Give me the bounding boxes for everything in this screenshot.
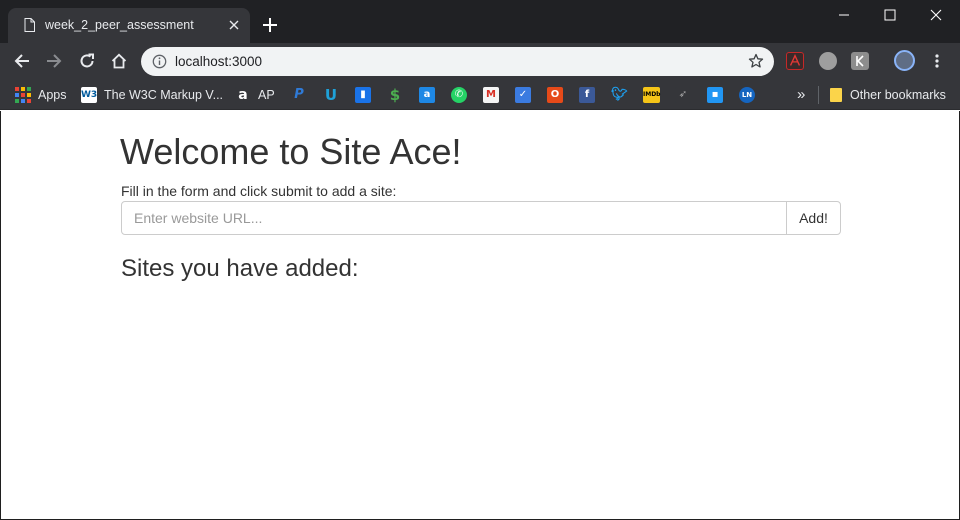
twitter-icon: 🐦︎ (611, 86, 628, 103)
bookmark-ln[interactable]: LN (739, 86, 755, 103)
bookmark-tasks[interactable]: ✓ (515, 86, 531, 103)
website-url-input[interactable] (121, 201, 787, 235)
bookmark-ap[interactable]: a AP (235, 86, 275, 103)
toolbar: localhost:3000 (0, 43, 960, 79)
bookmark-w3c[interactable]: W3 The W3C Markup V... (81, 86, 223, 103)
maximize-icon[interactable] (882, 7, 898, 23)
home-icon[interactable] (110, 52, 128, 70)
page-content: Welcome to Site Ace! Fill in the form an… (0, 111, 960, 520)
browser-tab[interactable]: week_2_peer_assessment (8, 8, 250, 43)
bookmark-facebook[interactable]: f (579, 86, 595, 103)
close-window-icon[interactable] (928, 7, 944, 23)
new-tab-icon[interactable] (262, 17, 278, 33)
close-tab-icon[interactable] (227, 18, 241, 32)
k-extension-icon[interactable] (851, 52, 869, 70)
bookmark-imdb[interactable]: IMDb (643, 86, 660, 103)
bookmark-paypal[interactable]: P (291, 86, 307, 103)
bookmark-app-blue[interactable]: ▪ (707, 86, 723, 103)
office-icon: O (547, 86, 563, 103)
sites-heading: Sites you have added: (121, 255, 359, 282)
storage-extension-icon[interactable] (819, 52, 837, 70)
eagle-icon: ➶ (675, 86, 691, 103)
app-blue-icon: ▪ (707, 86, 723, 103)
form-instructions: Fill in the form and click submit to add… (121, 183, 397, 199)
facebook-icon: f (579, 86, 595, 103)
tasks-icon: ✓ (515, 86, 531, 103)
chevron-double-right-icon: » (797, 86, 806, 103)
paypal-icon: P (291, 86, 307, 103)
trello-icon: ▮ (355, 86, 371, 103)
bookmark-gmail[interactable]: M (483, 86, 499, 103)
bookmark-label: The W3C Markup V... (104, 87, 224, 102)
whatsapp-icon: ✆ (451, 86, 467, 103)
title-bar: week_2_peer_assessment (0, 0, 960, 43)
address-url: localhost:3000 (175, 54, 263, 69)
upwork-icon: U (323, 85, 339, 104)
folder-icon (830, 87, 842, 102)
address-bar[interactable]: localhost:3000 (141, 47, 774, 76)
profile-avatar[interactable] (894, 50, 915, 71)
bookmark-trello[interactable]: ▮ (355, 86, 371, 103)
bookmarks-divider (818, 86, 819, 104)
reload-icon[interactable] (78, 52, 96, 70)
bookmark-star-icon[interactable] (748, 53, 764, 69)
ln-icon: LN (739, 86, 755, 103)
menu-dots-icon[interactable] (930, 53, 944, 69)
minimize-icon[interactable] (836, 7, 852, 23)
page-icon (24, 18, 35, 32)
bookmark-whatsapp[interactable]: ✆ (451, 86, 467, 103)
forward-icon[interactable] (45, 52, 63, 70)
amazon-icon: a (235, 86, 251, 103)
bookmarks-bar: Apps W3 The W3C Markup V... a AP P U ▮ $… (0, 79, 960, 110)
info-icon[interactable] (152, 54, 167, 69)
bookmark-twitter[interactable]: 🐦︎ (611, 86, 628, 103)
bookmark-apps[interactable]: Apps (15, 86, 67, 103)
other-bookmarks-label: Other bookmarks (850, 87, 946, 102)
pdf-extension-icon[interactable] (786, 52, 804, 70)
dollar-icon: $ (387, 86, 403, 103)
add-site-button[interactable]: Add! (786, 201, 841, 235)
page-title: Welcome to Site Ace! (120, 131, 462, 172)
back-icon[interactable] (13, 52, 31, 70)
apps-grid-icon (15, 86, 31, 103)
w3c-icon: W3 (81, 86, 97, 103)
bookmark-upwork[interactable]: U (323, 86, 339, 103)
other-bookmarks[interactable]: Other bookmarks (829, 86, 946, 103)
bookmark-label: AP (258, 87, 275, 102)
bookmark-eagle[interactable]: ➶ (675, 86, 691, 103)
bookmarks-overflow-button[interactable]: » (797, 86, 805, 103)
bookmark-office[interactable]: O (547, 86, 563, 103)
bookmark-dollar[interactable]: $ (387, 86, 403, 103)
bookmark-label: Apps (38, 87, 67, 102)
bookmark-appstore[interactable]: a (419, 86, 435, 103)
tab-title: week_2_peer_assessment (45, 18, 194, 32)
imdb-icon: IMDb (643, 86, 660, 103)
gmail-icon: M (483, 86, 499, 103)
appstore-icon: a (419, 86, 435, 103)
